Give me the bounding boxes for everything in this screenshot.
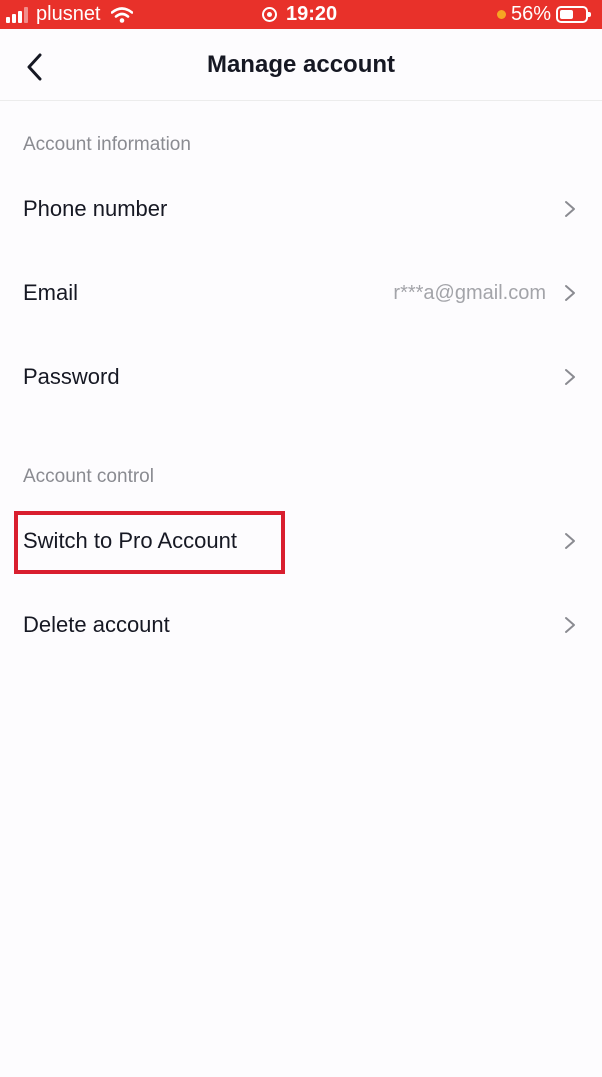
chevron-right-icon bbox=[565, 285, 575, 301]
phone-number-row[interactable]: Phone number bbox=[0, 167, 602, 251]
signal-strength-icon bbox=[6, 6, 28, 23]
row-label: Phone number bbox=[23, 196, 168, 221]
screen-recording-icon bbox=[262, 7, 277, 22]
section-header-account-information: Account information bbox=[23, 134, 191, 155]
chevron-right-icon bbox=[565, 201, 575, 217]
status-time: 19:20 bbox=[286, 3, 338, 25]
email-value: r***a@gmail.com bbox=[393, 282, 546, 304]
status-left: plusnet bbox=[6, 2, 133, 27]
status-center: 19:20 bbox=[262, 2, 337, 27]
row-label: Email bbox=[23, 280, 79, 305]
password-row[interactable]: Password bbox=[0, 335, 602, 419]
status-bar: plusnet 19:20 56% bbox=[0, 0, 602, 29]
wifi-icon bbox=[110, 6, 133, 23]
row-label: Delete account bbox=[23, 612, 170, 637]
page-title: Manage account bbox=[206, 51, 396, 78]
chevron-left-icon bbox=[27, 53, 42, 81]
row-label: Password bbox=[23, 364, 120, 389]
navigation-bar: Manage account bbox=[0, 29, 602, 101]
chevron-right-icon bbox=[565, 617, 575, 633]
highlight-annotation-box bbox=[14, 511, 285, 574]
section-header-account-control: Account control bbox=[23, 466, 154, 487]
chevron-right-icon bbox=[565, 369, 575, 385]
email-row[interactable]: Email r***a@gmail.com bbox=[0, 251, 602, 335]
battery-icon bbox=[556, 6, 591, 23]
status-right: 56% bbox=[496, 2, 591, 27]
back-button[interactable] bbox=[14, 47, 54, 87]
battery-percent: 56% bbox=[510, 3, 551, 25]
carrier-name: plusnet bbox=[36, 3, 101, 25]
delete-account-row[interactable]: Delete account bbox=[0, 583, 602, 667]
low-power-dot-icon bbox=[496, 10, 506, 19]
chevron-right-icon bbox=[565, 533, 575, 549]
